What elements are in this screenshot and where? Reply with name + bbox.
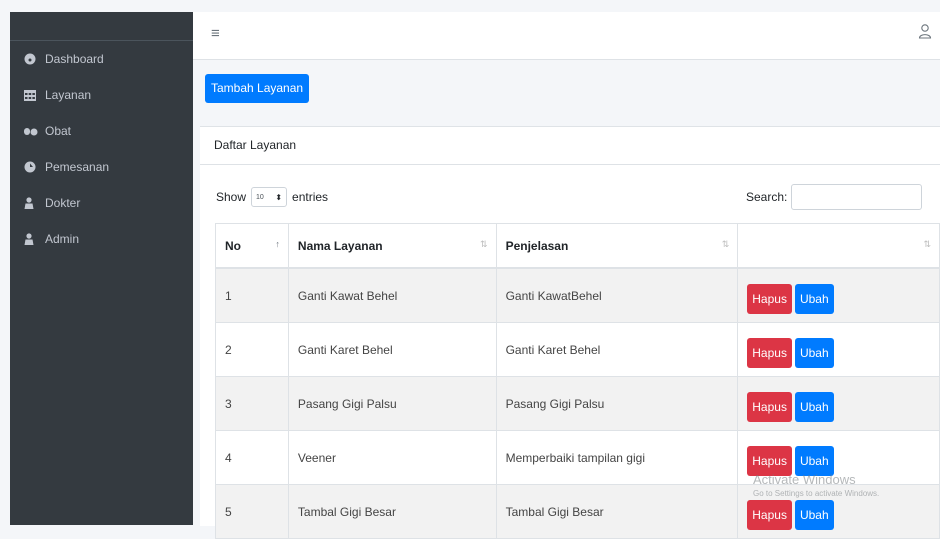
menu-toggle-icon[interactable]: ≡	[211, 25, 220, 42]
sidebar-item-admin[interactable]: Admin	[10, 221, 193, 257]
table-row: 1 Ganti Kawat Behel Ganti KawatBehel Hap…	[215, 267, 940, 323]
delete-button[interactable]: Hapus	[747, 283, 792, 314]
column-header-nama[interactable]: Nama Layanan ⇅	[287, 223, 497, 269]
table-row: 3 Pasang Gigi Palsu Pasang Gigi Palsu Ha…	[215, 376, 940, 431]
services-card: Daftar Layanan Show 10 ⬍ entries Search:…	[200, 126, 940, 539]
table-icon	[24, 89, 42, 101]
search-label: Search:	[746, 190, 788, 204]
entries-length-control: Show 10 ⬍ entries	[216, 187, 328, 207]
search-control: Search:	[746, 184, 923, 210]
sort-icon: ⇅	[721, 239, 730, 249]
search-input[interactable]	[791, 184, 923, 210]
entries-label: entries	[292, 190, 329, 204]
sort-icon: ↑	[275, 239, 280, 249]
cell-penjelasan: Memperbaiki tampilan gigi	[495, 430, 739, 485]
sort-icon: ⇅	[480, 239, 488, 249]
sidebar-item-label: Dashboard	[45, 52, 104, 66]
cell-no: 4	[215, 430, 289, 485]
delete-button[interactable]: Hapus	[747, 337, 792, 368]
sidebar-item-dokter[interactable]: Dokter	[10, 185, 193, 221]
table-row: 2 Ganti Karet Behel Ganti Karet Behel Ha…	[215, 322, 940, 377]
pills-icon	[24, 126, 42, 137]
sidebar-item-label: Dokter	[45, 196, 81, 210]
delete-button[interactable]: Hapus	[747, 445, 792, 476]
edit-button[interactable]: Ubah	[794, 337, 834, 368]
cell-actions: Hapus Ubah	[737, 267, 940, 323]
cell-nama: Tambal Gigi Besar	[287, 484, 497, 539]
card-title: Daftar Layanan	[200, 127, 940, 165]
column-header-penjelasan[interactable]: Penjelasan ⇅	[495, 223, 739, 269]
sidebar-item-label: Pemesanan	[45, 160, 110, 174]
cell-no: 3	[215, 376, 289, 431]
sidebar-item-label: Obat	[45, 124, 72, 138]
person-icon	[24, 233, 42, 245]
cell-no: 5	[215, 484, 289, 539]
cell-actions: Hapus Ubah	[737, 376, 940, 431]
cell-no: 2	[215, 322, 289, 377]
delete-button[interactable]: Hapus	[747, 391, 792, 422]
cell-penjelasan: Pasang Gigi Palsu	[495, 376, 739, 431]
cell-actions: Hapus Ubah	[737, 322, 940, 377]
sidebar-item-label: Layanan	[45, 88, 92, 102]
edit-button[interactable]: Ubah	[794, 445, 834, 476]
cell-penjelasan: Ganti Karet Behel	[495, 322, 739, 377]
table-header-row: No ↑ Nama Layanan ⇅ Penjelasan ⇅ ⇅	[215, 223, 940, 269]
cell-nama: Pasang Gigi Palsu	[287, 376, 497, 431]
sidebar-item-obat[interactable]: Obat	[10, 113, 193, 149]
sidebar-nav: Dashboard Layanan Obat Pemesanan Dokter	[10, 41, 193, 257]
entries-value: 10	[256, 193, 264, 201]
user-icon[interactable]	[918, 23, 932, 42]
edit-button[interactable]: Ubah	[794, 283, 834, 314]
add-service-button[interactable]: Tambah Layanan	[205, 74, 310, 103]
sidebar-item-label: Admin	[45, 232, 80, 246]
cell-no: 1	[215, 267, 289, 323]
person-icon	[24, 197, 42, 209]
cell-nama: Ganti Kawat Behel	[287, 267, 497, 323]
cart-icon	[24, 161, 42, 173]
edit-button[interactable]: Ubah	[794, 391, 834, 422]
cell-nama: Veener	[287, 430, 497, 485]
sidebar-item-dashboard[interactable]: Dashboard	[10, 41, 193, 77]
dashboard-icon	[24, 53, 42, 65]
show-label: Show	[216, 190, 247, 204]
sidebar-item-pemesanan[interactable]: Pemesanan	[10, 149, 193, 185]
column-header-no[interactable]: No ↑	[215, 223, 289, 269]
entries-select[interactable]: 10 ⬍	[251, 187, 288, 207]
watermark-subtitle: Go to Settings to activate Windows.	[753, 489, 880, 498]
select-arrows-icon: ⬍	[275, 192, 283, 202]
cell-penjelasan: Ganti KawatBehel	[495, 267, 739, 323]
column-header-actions[interactable]: ⇅	[737, 223, 940, 269]
delete-button[interactable]: Hapus	[747, 499, 792, 530]
cell-penjelasan: Tambal Gigi Besar	[495, 484, 739, 539]
watermark-title: Activate Windows	[753, 472, 856, 487]
sort-icon: ⇅	[923, 239, 931, 249]
sidebar-item-layanan[interactable]: Layanan	[10, 77, 193, 113]
cell-nama: Ganti Karet Behel	[287, 322, 497, 377]
sidebar-brand	[10, 12, 193, 41]
activation-watermark: Activate Windows Go to Settings to activ…	[753, 472, 879, 498]
edit-button[interactable]: Ubah	[794, 499, 834, 530]
sidebar: Dashboard Layanan Obat Pemesanan Dokter	[10, 12, 193, 525]
top-navbar: ≡	[193, 12, 940, 60]
